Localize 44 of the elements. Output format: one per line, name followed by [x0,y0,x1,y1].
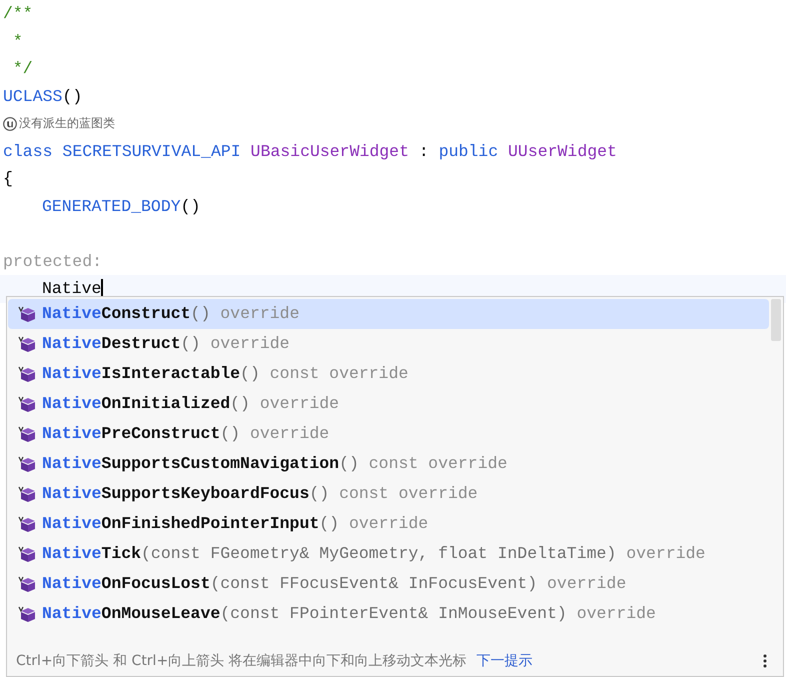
next-tip-link[interactable]: 下一提示 [476,650,533,672]
code-token: () [180,196,200,216]
completion-item[interactable]: NativeOnFinishedPointerInput() override [8,509,769,539]
more-icon[interactable] [763,654,767,668]
code-token: * [12,32,23,50]
inlay-hint[interactable]: 没有派生的蓝图类 [19,110,115,138]
method-cube-icon [18,336,36,352]
completion-item[interactable]: NativeDestruct() override [8,329,769,359]
code-token: UBasicUserWidget [250,142,409,160]
code-token: */ [12,59,33,78]
code-token: () [62,86,82,106]
code-token: class [3,142,53,160]
unreal-icon [3,116,17,131]
completion-item[interactable]: NativeConstruct() override [8,299,769,329]
completion-item[interactable]: NativeTick(const FGeometry& MyGeometry, float InDeltaTime) override [8,539,769,569]
code-token: GENERATED_BODY [42,196,181,216]
completion-item[interactable]: NativeSupportsKeyboardFocus() const override [8,479,769,509]
code-token: UUserWidget [507,142,617,160]
method-cube-icon [18,606,36,622]
method-cube-icon [18,306,36,322]
method-cube-icon [18,426,36,442]
code-token: SECRETSURVIVAL_API [61,142,241,160]
code-token: UCLASS [3,86,62,106]
code-token: Native [42,279,102,298]
code-token: { [3,169,13,188]
completion-item[interactable]: NativeSupportsCustomNavigation() const override [8,449,769,479]
method-cube-icon [18,516,36,532]
completion-item[interactable]: NativeIsInteractable() const override [8,359,769,389]
method-cube-icon [18,396,36,412]
code-token: : [418,142,429,160]
completion-item[interactable]: NativePreConstruct() override [8,419,769,449]
completion-item[interactable]: NativeOnFocusLost(const FFocusEvent& InFocusEvent) override [8,569,769,599]
method-cube-icon [18,366,36,382]
method-cube-icon [18,456,36,472]
scrollbar-thumb[interactable] [771,299,781,341]
tip-text: Ctrl+向下箭头 和 Ctrl+向上箭头 将在编辑器中向下和向上移动文本光标 [16,652,467,670]
method-cube-icon [18,576,36,592]
method-cube-icon [18,486,36,502]
method-cube-icon [18,546,36,562]
completion-item[interactable]: NativeOnInitialized() override [8,389,769,419]
code-token: protected: [3,252,102,270]
code-token: /** [3,4,33,23]
code-token: public [438,142,498,160]
completion-item[interactable]: NativeOnMouseLeave(const FPointerEvent& InMouseEvent) override [8,599,769,629]
